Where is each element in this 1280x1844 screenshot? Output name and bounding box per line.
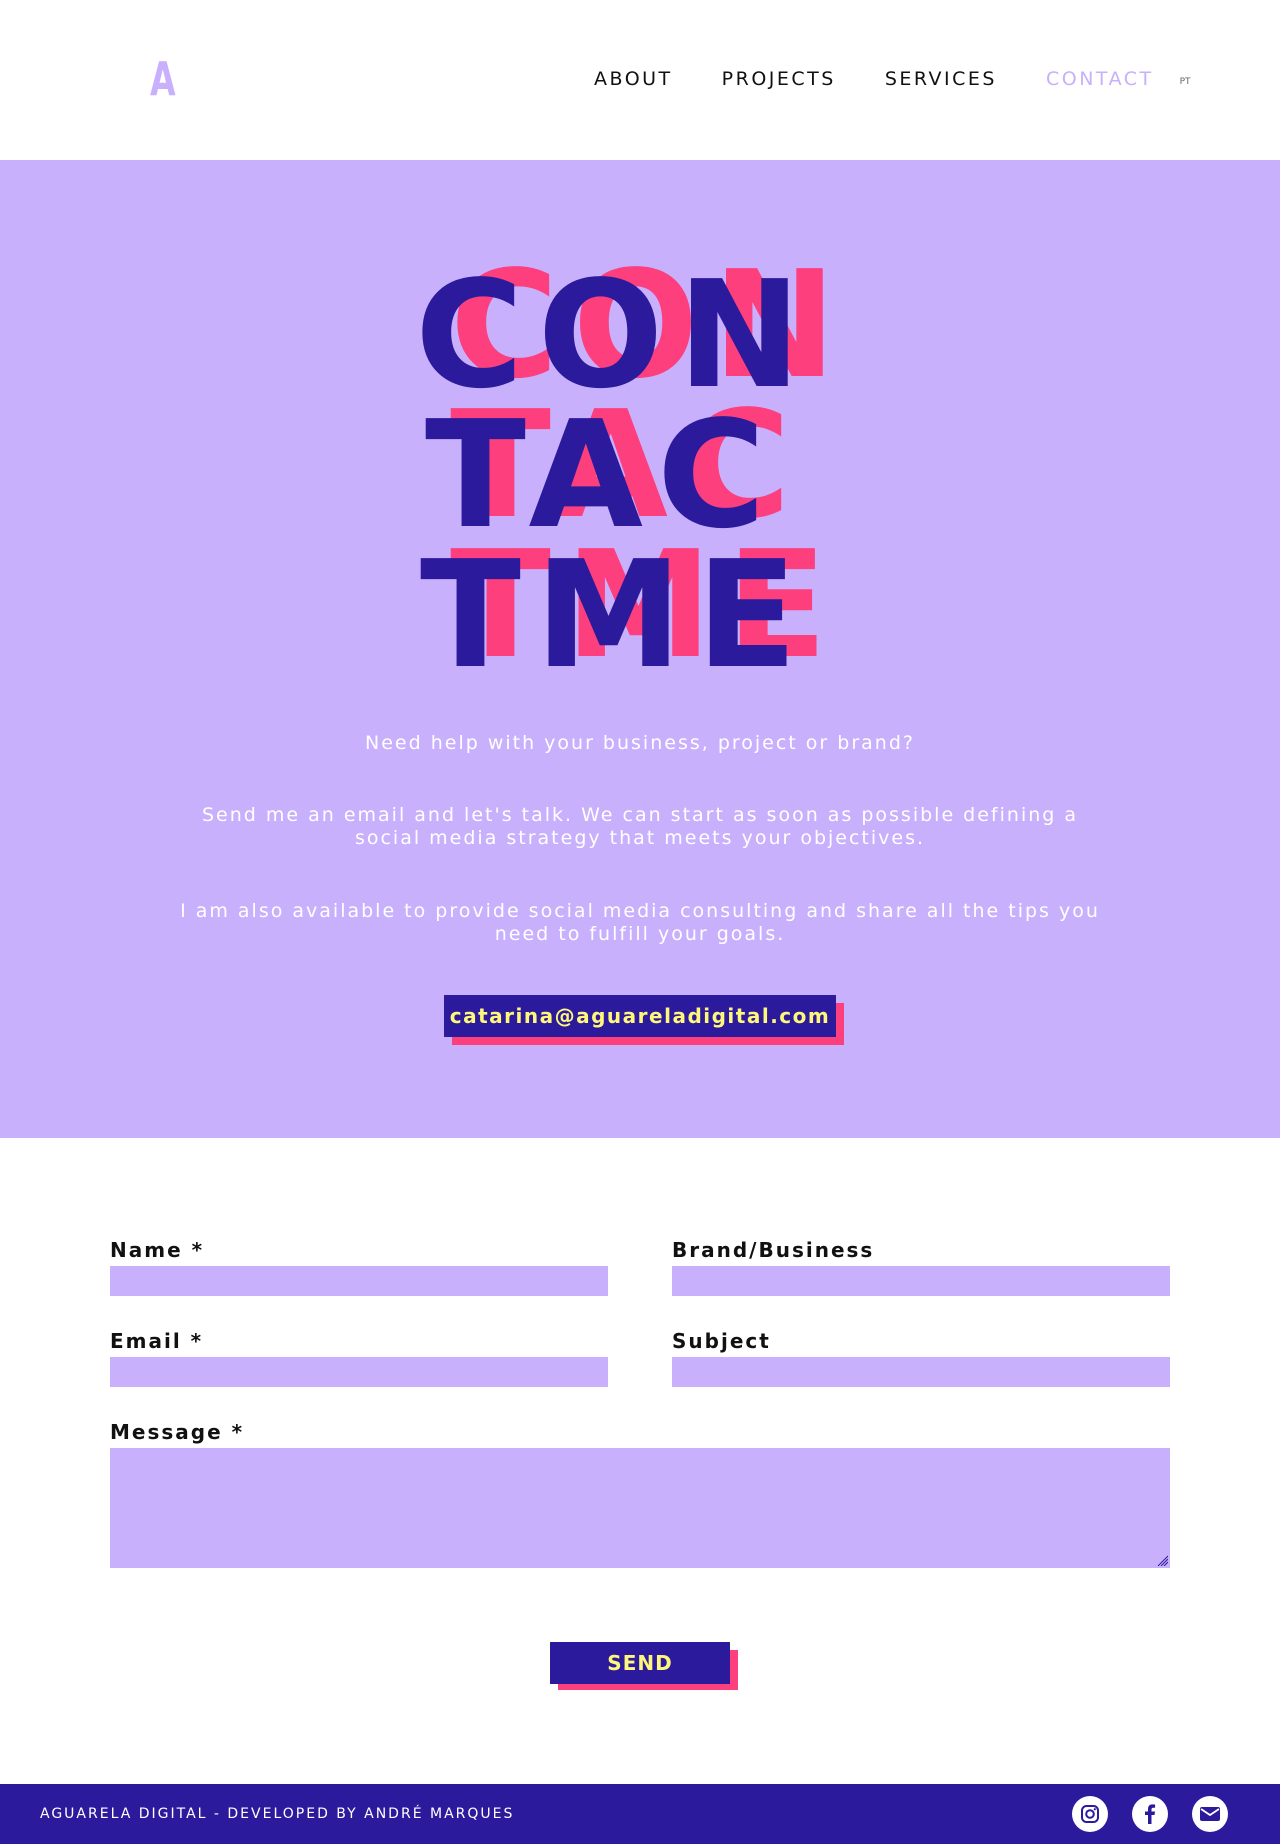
subject-label: Subject	[672, 1329, 771, 1353]
resize-grip-icon[interactable]	[1156, 1554, 1168, 1566]
send-button[interactable]: SEND	[550, 1642, 730, 1684]
email-input[interactable]	[110, 1357, 608, 1387]
instagram-icon[interactable]	[1072, 1796, 1108, 1832]
hero-paragraph-1: Need help with your business, project or…	[365, 732, 915, 754]
email-button-group: catarina@aguareladigital.com	[444, 995, 844, 1045]
brand-label: Brand/Business	[672, 1238, 875, 1262]
hero-paragraph-2: Send me an email and let's talk. We can …	[201, 804, 1079, 849]
hero-title-line-2: TAC TAC	[0, 391, 1280, 549]
email-button[interactable]: catarina@aguareladigital.com	[444, 995, 836, 1037]
nav-contact[interactable]: CONTACT	[1046, 68, 1154, 90]
name-label: Name *	[110, 1238, 205, 1262]
main-nav: ABOUT PROJECTS SERVICES CONTACT PT	[594, 68, 1191, 90]
brand-input[interactable]	[672, 1266, 1170, 1296]
hero-paragraph-3: I am also available to provide social me…	[180, 900, 1100, 945]
name-input[interactable]	[110, 1266, 608, 1296]
message-label: Message *	[110, 1420, 245, 1444]
language-switch[interactable]: PT	[1180, 77, 1191, 87]
message-textarea[interactable]	[110, 1448, 1170, 1568]
hero-title-line-3: TME TME	[0, 531, 1280, 689]
nav-services[interactable]: SERVICES	[885, 68, 997, 90]
email-label: Email *	[110, 1329, 204, 1353]
hero-title-text-3: TME	[420, 529, 812, 701]
contact-hero: CON CON TAC TAC TME TME Need help with y…	[0, 160, 1280, 1138]
contact-form: Name * Brand/Business Email * Subject Me…	[0, 1138, 1280, 1783]
hero-title-line-1: CON CON	[0, 251, 1280, 409]
site-footer: AGUARELA DIGITAL - DEVELOPED BY ANDRÉ MA…	[0, 1784, 1280, 1844]
send-button-group: SEND	[550, 1642, 738, 1692]
nav-projects[interactable]: PROJECTS	[722, 68, 836, 90]
footer-credits: AGUARELA DIGITAL - DEVELOPED BY ANDRÉ MA…	[40, 1806, 515, 1822]
nav-about[interactable]: ABOUT	[594, 68, 673, 90]
site-header: A ABOUT PROJECTS SERVICES CONTACT PT	[0, 0, 1280, 160]
email-icon[interactable]	[1192, 1796, 1228, 1832]
subject-input[interactable]	[672, 1357, 1170, 1387]
facebook-icon[interactable]	[1132, 1796, 1168, 1832]
site-logo[interactable]: A	[150, 52, 176, 106]
